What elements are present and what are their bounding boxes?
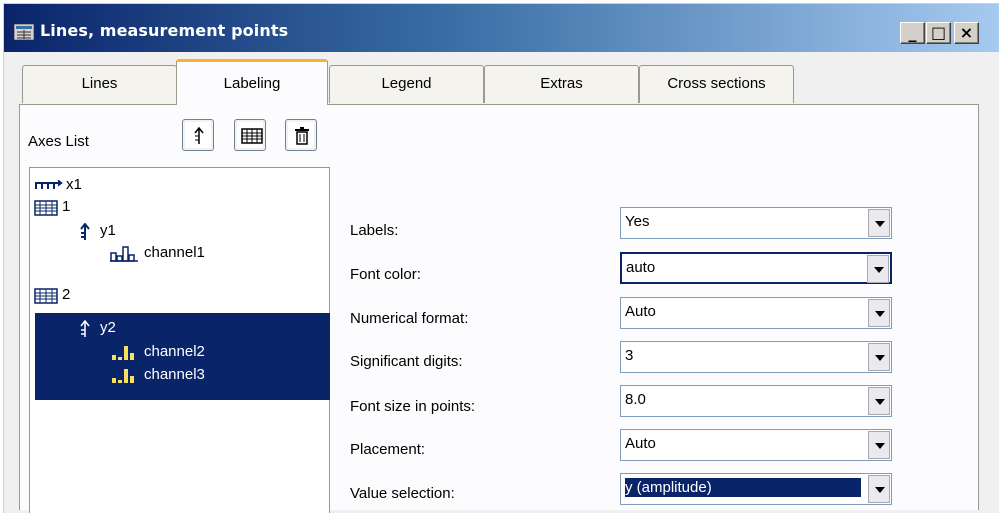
bar-chart-icon xyxy=(110,246,138,262)
font-color-value: auto xyxy=(626,259,656,276)
delete-button[interactable] xyxy=(285,119,317,151)
significant-digits-value: 3 xyxy=(625,347,634,364)
tab-extras[interactable]: Extras xyxy=(484,65,639,103)
tree-label: y1 xyxy=(100,222,116,239)
tree-label: channel1 xyxy=(144,244,205,261)
numerical-format-select[interactable]: Auto xyxy=(620,297,892,329)
axes-list-label: Axes List xyxy=(28,133,89,150)
significant-digits-label: Significant digits: xyxy=(350,353,463,370)
tree-node-y2[interactable]: y2 xyxy=(78,319,116,337)
grid-icon xyxy=(34,200,58,216)
font-color-select[interactable]: auto xyxy=(620,252,892,284)
add-axis-button[interactable] xyxy=(182,119,214,151)
grid-icon xyxy=(241,128,263,144)
dropdown-arrow-icon[interactable] xyxy=(868,387,890,415)
dropdown-arrow-icon[interactable] xyxy=(868,343,890,371)
tree-label: 1 xyxy=(62,198,71,215)
tree-node-channel1[interactable]: channel1 xyxy=(110,244,205,262)
value-selection-label: Value selection: xyxy=(350,485,455,502)
placement-label: Placement: xyxy=(350,441,426,458)
dropdown-arrow-icon[interactable] xyxy=(867,255,889,283)
add-system-button[interactable] xyxy=(234,119,266,151)
tab-cross-sections[interactable]: Cross sections xyxy=(639,65,794,103)
numerical-format-label: Numerical format: xyxy=(350,310,469,327)
tree-node-system-2[interactable]: 2 xyxy=(34,286,71,304)
font-size-select[interactable]: 8.0 xyxy=(620,385,892,417)
placement-select[interactable]: Auto xyxy=(620,429,892,461)
font-size-value: 8.0 xyxy=(625,391,646,408)
window-title: Lines, measurement points xyxy=(40,21,289,40)
y-axis-icon xyxy=(80,223,90,240)
tree-label: channel3 xyxy=(144,366,205,383)
tree-label: channel2 xyxy=(144,343,205,360)
placement-value: Auto xyxy=(625,435,656,452)
title-bar[interactable]: Lines, measurement points _ □ × xyxy=(4,4,999,52)
labels-value: Yes xyxy=(625,213,650,230)
numerical-format-value: Auto xyxy=(625,303,656,320)
trash-icon xyxy=(295,127,309,145)
tab-labeling[interactable]: Labeling xyxy=(176,59,328,105)
dropdown-arrow-icon[interactable] xyxy=(868,299,890,327)
significant-digits-select[interactable]: 3 xyxy=(620,341,892,373)
y-axis-icon xyxy=(80,320,90,337)
dropdown-arrow-icon[interactable] xyxy=(868,431,890,459)
tree-node-channel3[interactable]: channel3 xyxy=(110,366,205,383)
tree-node-channel2[interactable]: channel2 xyxy=(110,343,205,360)
tree-label: y2 xyxy=(100,319,116,336)
font-size-label: Font size in points: xyxy=(350,398,476,415)
labels-select[interactable]: Yes xyxy=(620,207,892,239)
window-app-icon xyxy=(14,24,34,40)
close-button[interactable]: × xyxy=(954,22,979,44)
tree-label: x1 xyxy=(66,176,82,193)
dropdown-arrow-icon[interactable] xyxy=(868,475,890,503)
dropdown-arrow-icon[interactable] xyxy=(868,209,890,237)
x-axis-icon xyxy=(35,180,63,189)
tab-lines[interactable]: Lines xyxy=(22,65,177,103)
axis-up-icon xyxy=(194,126,204,144)
axes-tree[interactable]: x1 1 y1 channel1 2 y2 channel2 channel3 xyxy=(29,167,330,513)
tree-label: 2 xyxy=(62,286,71,303)
value-selection-value: y (amplitude) xyxy=(625,478,861,497)
bar-chart-icon xyxy=(112,346,134,360)
grid-icon xyxy=(34,288,58,304)
labels-label: Labels: xyxy=(350,222,399,239)
tree-node-system-1[interactable]: 1 xyxy=(34,198,71,216)
tree-node-y1[interactable]: y1 xyxy=(78,222,116,240)
font-color-label: Font color: xyxy=(350,266,421,283)
maximize-button[interactable]: □ xyxy=(926,22,951,44)
value-selection-select[interactable]: y (amplitude) xyxy=(620,473,892,505)
tree-node-x1[interactable]: x1 xyxy=(34,176,82,193)
tab-legend[interactable]: Legend xyxy=(329,65,484,103)
minimize-button[interactable]: _ xyxy=(900,22,925,44)
bar-chart-icon xyxy=(112,369,134,383)
